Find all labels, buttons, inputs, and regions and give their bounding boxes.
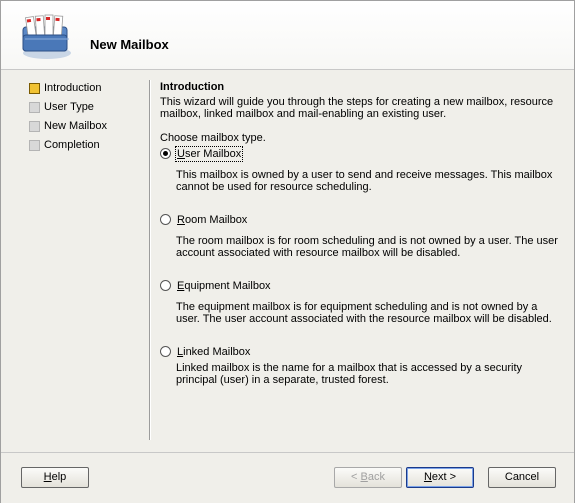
option-room-mailbox: Room Mailbox The room mailbox is for roo… bbox=[160, 213, 560, 259]
step-label: User Type bbox=[44, 101, 94, 113]
radio-user-mailbox[interactable]: User Mailbox bbox=[160, 146, 560, 162]
cancel-button[interactable]: Cancel bbox=[488, 467, 556, 488]
radio-equipment-mailbox[interactable]: Equipment Mailbox bbox=[160, 279, 560, 293]
radio-label[interactable]: Room Mailbox bbox=[176, 213, 248, 227]
step-label: Completion bbox=[44, 139, 100, 151]
radio-label[interactable]: Linked Mailbox bbox=[176, 345, 251, 359]
wizard-header: New Mailbox bbox=[1, 1, 574, 70]
next-button[interactable]: Next > bbox=[406, 467, 474, 488]
wizard-window: New Mailbox Introduction User Type New M… bbox=[0, 0, 575, 503]
option-equipment-mailbox: Equipment Mailbox The equipment mailbox … bbox=[160, 279, 560, 325]
option-user-mailbox: User Mailbox This mailbox is owned by a … bbox=[160, 146, 560, 193]
wizard-steps: Introduction User Type New Mailbox Compl… bbox=[29, 82, 139, 158]
radio-checked-icon[interactable] bbox=[160, 148, 171, 159]
radio-unchecked-icon[interactable] bbox=[160, 280, 171, 291]
vertical-divider bbox=[149, 80, 151, 440]
step-new-mailbox: New Mailbox bbox=[29, 120, 139, 139]
step-introduction: Introduction bbox=[29, 82, 139, 101]
option-description: Linked mailbox is the name for a mailbox… bbox=[176, 362, 523, 386]
step-inactive-icon bbox=[29, 121, 40, 132]
help-button[interactable]: Help bbox=[21, 467, 89, 488]
radio-linked-mailbox[interactable]: Linked Mailbox bbox=[160, 345, 560, 359]
choose-label: Choose mailbox type. bbox=[160, 132, 266, 144]
option-description: The equipment mailbox is for equipment s… bbox=[176, 301, 552, 325]
step-active-icon bbox=[29, 83, 40, 94]
radio-label[interactable]: User Mailbox bbox=[174, 146, 244, 162]
step-inactive-icon bbox=[29, 102, 40, 113]
step-completion: Completion bbox=[29, 139, 139, 158]
radio-unchecked-icon[interactable] bbox=[160, 214, 171, 225]
option-description: This mailbox is owned by a user to send … bbox=[176, 169, 553, 193]
option-linked-mailbox: Linked Mailbox Linked mailbox is the nam… bbox=[160, 345, 560, 386]
wizard-title: New Mailbox bbox=[90, 37, 169, 52]
intro-text: This wizard will guide you through the s… bbox=[160, 96, 554, 120]
step-label: Introduction bbox=[44, 82, 102, 94]
step-label: New Mailbox bbox=[44, 120, 107, 132]
back-button[interactable]: < Back bbox=[334, 467, 402, 488]
wizard-body: Introduction User Type New Mailbox Compl… bbox=[1, 70, 574, 452]
radio-label[interactable]: Equipment Mailbox bbox=[176, 279, 272, 293]
step-inactive-icon bbox=[29, 140, 40, 151]
wizard-footer: Help < Back Next > Cancel bbox=[1, 452, 574, 503]
section-title: Introduction bbox=[160, 81, 225, 93]
mailbox-icon bbox=[22, 14, 71, 59]
option-description: The room mailbox is for room scheduling … bbox=[176, 235, 558, 259]
radio-room-mailbox[interactable]: Room Mailbox bbox=[160, 213, 560, 227]
step-user-type: User Type bbox=[29, 101, 139, 120]
radio-unchecked-icon[interactable] bbox=[160, 346, 171, 357]
wizard-content: Introduction This wizard will guide you … bbox=[160, 81, 560, 386]
